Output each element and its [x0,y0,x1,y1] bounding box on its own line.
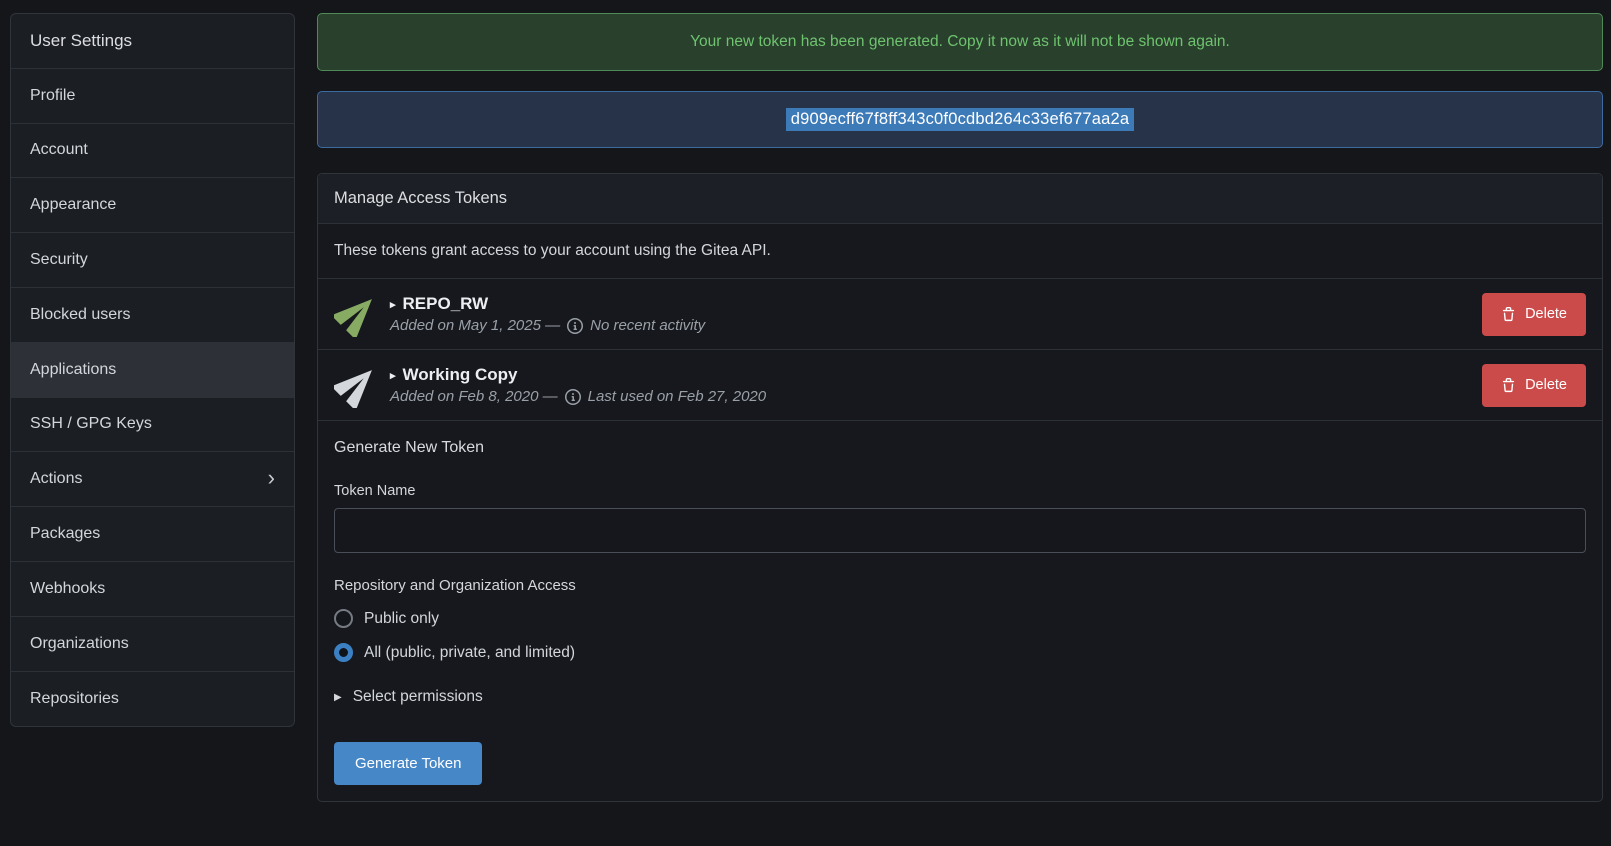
sidebar-item-ssh-gpg-keys[interactable]: SSH / GPG Keys › [11,398,294,453]
triangle-right-icon: ▸ [390,369,396,382]
sidebar-item-label: Appearance [30,196,116,214]
token-last-used: Last used on Feb 27, 2020 [588,388,766,405]
sidebar-item-label: Actions [30,470,82,488]
sidebar-item-label: Webhooks [30,580,105,598]
main-content: Your new token has been generated. Copy … [317,13,1603,802]
select-permissions-label: Select permissions [353,688,483,706]
radio-option-label: Public only [364,610,439,628]
sidebar-item-profile[interactable]: Profile › [11,69,294,124]
sidebar-item-blocked-users[interactable]: Blocked users › [11,288,294,343]
sidebar-item-label: Security [30,251,88,269]
sidebar-item-repositories[interactable]: Repositories › [11,672,294,727]
select-permissions-toggle[interactable]: ▶ Select permissions [334,688,1586,706]
sidebar-title-label: User Settings [30,31,132,51]
sidebar-item-label: Organizations [30,635,129,653]
token-info: ▸ Working Copy Added on Feb 8, 2020 — La… [390,365,1482,405]
token-last-used: No recent activity [590,317,705,334]
sidebar-title: User Settings [11,14,294,69]
token-row: ▸ REPO_RW Added on May 1, 2025 — No rece… [318,279,1602,350]
sidebar-item-label: SSH / GPG Keys [30,415,152,433]
token-name-text: Working Copy [403,365,518,385]
sidebar-item-organizations[interactable]: Organizations › [11,617,294,672]
sidebar-item-label: Repositories [30,690,119,708]
sidebar-item-packages[interactable]: Packages › [11,507,294,562]
settings-sidebar: User Settings Profile › Account › Appear… [10,13,295,727]
paper-plane-icon [334,362,380,408]
repo-org-access-label: Repository and Organization Access [334,577,1586,594]
token-name-text: REPO_RW [403,294,489,314]
sidebar-item-list: Profile › Account › Appearance › Securit… [11,69,294,727]
delete-button-label: Delete [1525,306,1567,322]
triangle-right-icon: ▶ [334,692,342,703]
panel-header: Manage Access Tokens [318,174,1602,224]
paper-plane-icon [334,291,380,337]
radio-button[interactable] [334,643,353,662]
token-meta: Added on Feb 8, 2020 — Last used on Feb … [390,388,1482,405]
sidebar-item-actions[interactable]: Actions › [11,452,294,507]
sidebar-item-applications[interactable]: Applications › [11,343,294,398]
token-info: ▸ REPO_RW Added on May 1, 2025 — No rece… [390,294,1482,334]
sidebar-item-webhooks[interactable]: Webhooks › [11,562,294,617]
delete-button-label: Delete [1525,377,1567,393]
token-list: ▸ REPO_RW Added on May 1, 2025 — No rece… [318,279,1602,421]
flash-text: Your new token has been generated. Copy … [690,33,1230,51]
trash-icon [1501,307,1516,322]
token-added-date: Added on May 1, 2025 — [390,317,560,334]
trash-icon [1501,378,1516,393]
radio-option-label: All (public, private, and limited) [364,644,575,662]
chevron-right-icon: › [268,467,275,489]
access-radio-group: Public only All (public, private, and li… [334,609,1586,662]
sidebar-item-label: Blocked users [30,306,131,324]
sidebar-item-account[interactable]: Account › [11,124,294,179]
sidebar-item-security[interactable]: Security › [11,233,294,288]
token-name[interactable]: ▸ Working Copy [390,365,1482,385]
new-token-box[interactable]: d909ecff67f8ff343c0f0cdbd264c33ef677aa2a [317,91,1603,148]
token-row: ▸ Working Copy Added on Feb 8, 2020 — La… [318,350,1602,421]
sidebar-item-label: Packages [30,525,100,543]
panel-description: These tokens grant access to your accoun… [318,224,1602,279]
sidebar-item-appearance[interactable]: Appearance › [11,178,294,233]
sidebar-item-label: Profile [30,87,75,105]
triangle-right-icon: ▸ [390,298,396,311]
generate-token-section: Generate New Token Token Name Repository… [318,421,1602,801]
generate-token-button[interactable]: Generate Token [334,742,482,785]
token-added-date: Added on Feb 8, 2020 — [390,388,558,405]
token-meta: Added on May 1, 2025 — No recent activit… [390,317,1482,334]
token-name-label: Token Name [334,483,1586,499]
sidebar-item-label: Account [30,141,88,159]
delete-token-button[interactable]: Delete [1482,293,1586,336]
success-flash-message: Your new token has been generated. Copy … [317,13,1603,71]
access-radio-option[interactable]: Public only [334,609,1586,628]
manage-tokens-panel: Manage Access Tokens These tokens grant … [317,173,1603,802]
info-circle-icon [565,389,581,405]
generate-token-title: Generate New Token [334,439,1586,457]
sidebar-item-label: Applications [30,361,116,379]
token-name[interactable]: ▸ REPO_RW [390,294,1482,314]
generated-token-value[interactable]: d909ecff67f8ff343c0f0cdbd264c33ef677aa2a [786,108,1135,131]
token-name-input[interactable] [334,508,1586,553]
access-radio-option[interactable]: All (public, private, and limited) [334,643,1586,662]
panel-header-label: Manage Access Tokens [334,189,507,207]
info-circle-icon [567,318,583,334]
radio-button[interactable] [334,609,353,628]
delete-token-button[interactable]: Delete [1482,364,1586,407]
